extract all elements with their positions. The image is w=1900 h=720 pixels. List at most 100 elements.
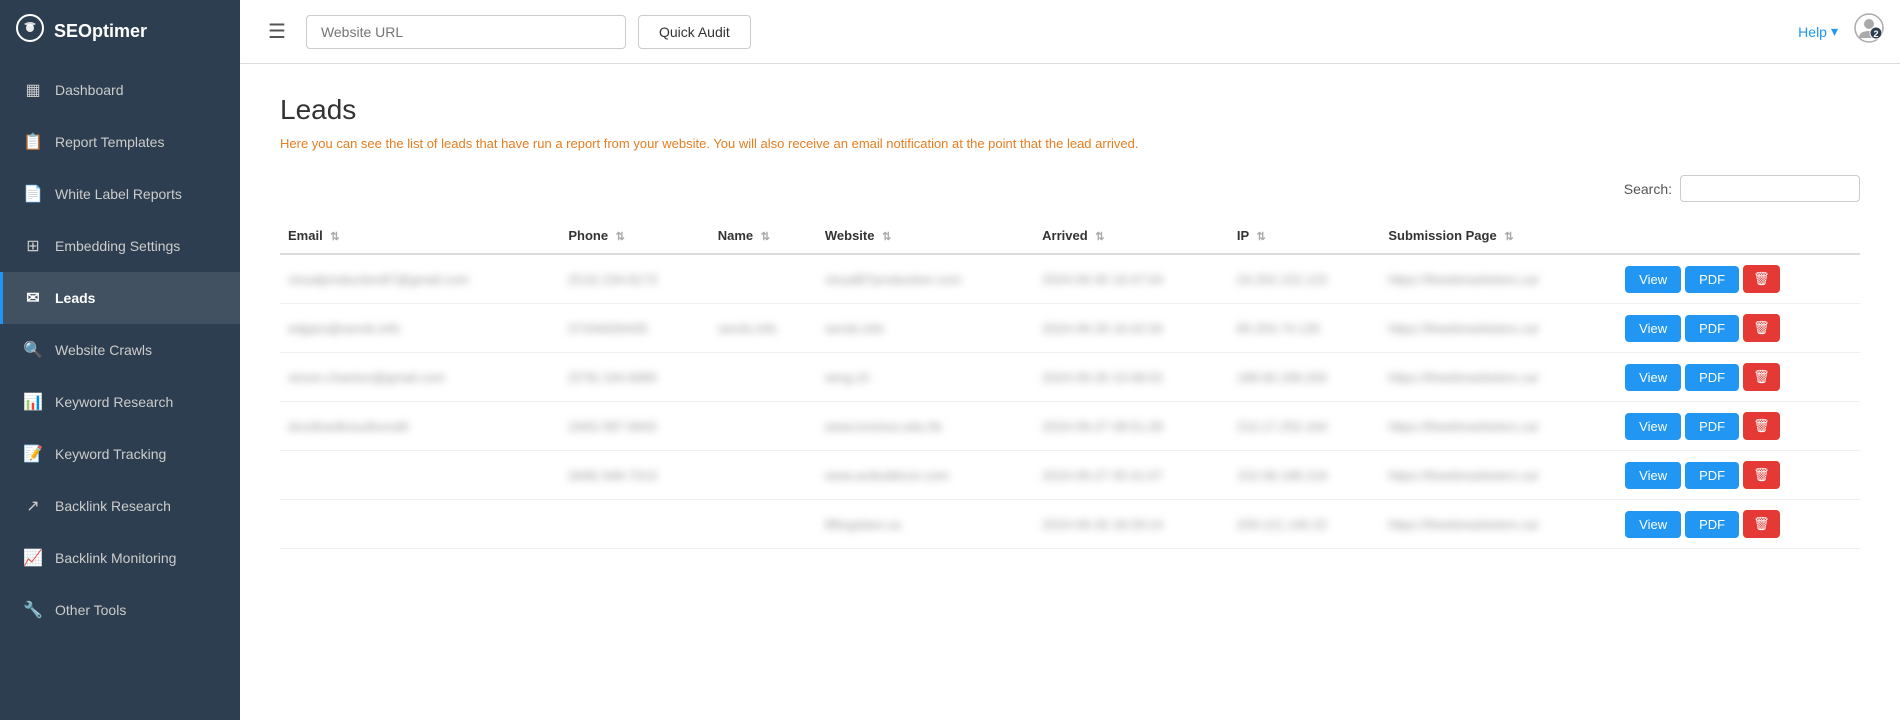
sidebar-item-embedding-settings[interactable]: ⊞Embedding Settings [0,220,240,272]
sidebar-icon-backlink-research: ↗ [23,496,43,516]
col-header-name[interactable]: Name ⇅ [710,218,817,254]
delete-button-2[interactable]: 🗑 [1743,363,1780,391]
table-row: edgars@serols.info07434630435 serols.info… [280,304,1860,353]
sidebar-label-other-tools: Other Tools [55,602,126,618]
action-btns-5: View PDF 🗑 [1625,510,1852,538]
sidebar-label-keyword-research: Keyword Research [55,394,173,410]
view-button-0[interactable]: View [1625,266,1681,293]
col-header-website[interactable]: Website ⇅ [817,218,1034,254]
sidebar-label-white-label-reports: White Label Reports [55,186,182,202]
cell-phone-3: (340) 587-6942 [560,402,709,451]
cell-arrived-3: 2024-09-27 08:51:28 [1034,402,1229,451]
col-header-phone[interactable]: Phone ⇅ [560,218,709,254]
sidebar-item-report-templates[interactable]: 📋Report Templates [0,116,240,168]
cell-website-2: wmg.ch [817,353,1034,402]
pdf-button-3[interactable]: PDF [1685,413,1739,440]
sidebar-item-other-tools[interactable]: 🔧 Other Tools [0,584,240,636]
pdf-button-1[interactable]: PDF [1685,315,1739,342]
delete-button-4[interactable]: 🗑 [1743,461,1780,489]
cell-phone-1: 07434630435 [560,304,709,353]
website-url-input[interactable] [306,15,626,49]
cell-ip-0: 24.202.152.123 [1229,254,1380,304]
logo-area: SEOptimer [0,0,240,64]
leads-table: Email ⇅Phone ⇅Name ⇅Website ⇅Arrived ⇅IP… [280,218,1860,549]
table-row: (948) 948-7013www.acibuildcon.com2024-09… [280,451,1860,500]
search-input[interactable] [1680,175,1860,202]
pdf-button-2[interactable]: PDF [1685,364,1739,391]
delete-button-3[interactable]: 🗑 [1743,412,1780,440]
col-header-ip[interactable]: IP ⇅ [1229,218,1380,254]
help-button[interactable]: Help ▾ [1798,23,1838,40]
sidebar-icon-dashboard: ▦ [23,80,43,100]
help-label: Help [1798,24,1827,40]
cell-actions-1: View PDF 🗑 [1617,304,1860,353]
col-header-email[interactable]: Email ⇅ [280,218,560,254]
hamburger-button[interactable]: ☰ [260,11,294,52]
pdf-button-5[interactable]: PDF [1685,511,1739,538]
sidebar-label-website-crawls: Website Crawls [55,342,152,358]
view-button-2[interactable]: View [1625,364,1681,391]
view-button-1[interactable]: View [1625,315,1681,342]
action-btns-4: View PDF 🗑 [1625,461,1852,489]
table-row: visualproduction87@gmail.com(514) 234-81… [280,254,1860,304]
col-header-submission_page[interactable]: Submission Page ⇅ [1380,218,1617,254]
cell-actions-0: View PDF 🗑 [1617,254,1860,304]
cell-ip-2: 188.60.189.200 [1229,353,1380,402]
pdf-button-0[interactable]: PDF [1685,266,1739,293]
cell-submission_page-5: https://theebmarketers.ca/ [1380,500,1617,549]
col-header-arrived[interactable]: Arrived ⇅ [1034,218,1229,254]
sort-icon: ⇅ [761,231,770,243]
pdf-button-4[interactable]: PDF [1685,462,1739,489]
cell-arrived-2: 2024-09-29 15:08:02 [1034,353,1229,402]
cell-arrived-4: 2024-09-27 05:41:07 [1034,451,1229,500]
sidebar-label-backlink-monitoring: Backlink Monitoring [55,550,176,566]
cell-email-1: edgars@serols.info [280,304,560,353]
delete-button-1[interactable]: 🗑 [1743,314,1780,342]
main-layout: ▦ Dashboard 📋Report Templates 📄 White Label … [0,64,1900,720]
view-button-5[interactable]: View [1625,511,1681,538]
sidebar-icon-other-tools: 🔧 [23,600,43,620]
sidebar-icon-backlink-monitoring: 📈 [23,548,43,568]
sidebar-item-leads[interactable]: ✉Leads [0,272,240,324]
user-icon[interactable]: 2 [1854,13,1884,50]
cell-submission_page-0: https://theebmarketers.ca/ [1380,254,1617,304]
sidebar-item-backlink-research[interactable]: ↗ Backlink Research [0,480,240,532]
sort-icon: ⇅ [1095,231,1104,243]
delete-button-0[interactable]: 🗑 [1743,265,1780,293]
cell-arrived-0: 2024-09-30 16:47:04 [1034,254,1229,304]
sidebar-item-white-label-reports[interactable]: 📄 White Label Reports [0,168,240,220]
sidebar-label-report-templates: Report Templates [55,134,164,150]
cell-phone-2: (579) 194-6680 [560,353,709,402]
sidebar-label-backlink-research: Backlink Research [55,498,171,514]
cell-arrived-5: 2024-09-26 18:29:14 [1034,500,1229,549]
table-row: dncdinedinsudivovdir(340) 587-6942 www.in… [280,402,1860,451]
sidebar: ▦ Dashboard 📋Report Templates 📄 White Label … [0,64,240,720]
sidebar-item-keyword-research[interactable]: 📊Keyword Research [0,376,240,428]
logo-icon [16,14,44,49]
sidebar-label-embedding-settings: Embedding Settings [55,238,180,254]
sidebar-icon-white-label-reports: 📄 [23,184,43,204]
delete-button-5[interactable]: 🗑 [1743,510,1780,538]
quick-audit-button[interactable]: Quick Audit [638,15,751,49]
action-btns-1: View PDF 🗑 [1625,314,1852,342]
view-button-4[interactable]: View [1625,462,1681,489]
table-header-row: Email ⇅Phone ⇅Name ⇅Website ⇅Arrived ⇅IP… [280,218,1860,254]
sidebar-item-dashboard[interactable]: ▦ Dashboard [0,64,240,116]
cell-website-1: serols.info [817,304,1034,353]
sidebar-item-keyword-tracking[interactable]: 📝Keyword Tracking [0,428,240,480]
sidebar-icon-website-crawls: 🔍 [23,340,43,360]
view-button-3[interactable]: View [1625,413,1681,440]
page-description: Here you can see the list of leads that … [280,136,1860,151]
cell-ip-3: 210.17.252.164 [1229,402,1380,451]
col-header-actions [1617,218,1860,254]
cell-website-3: www.invictus.edu.hk [817,402,1034,451]
svg-text:2: 2 [1873,29,1878,39]
header: SEOptimer ☰ Quick Audit Help ▾ 2 [0,0,1900,64]
sidebar-label-dashboard: Dashboard [55,82,124,98]
sidebar-item-backlink-monitoring[interactable]: 📈 Backlink Monitoring [0,532,240,584]
sort-icon: ⇅ [616,231,625,243]
sidebar-item-website-crawls[interactable]: 🔍 Website Crawls [0,324,240,376]
cell-website-5: liftingstars.ca [817,500,1034,549]
cell-submission_page-1: https://theebmarketers.ca/ [1380,304,1617,353]
cell-email-3: dncdinedinsudivovdir [280,402,560,451]
